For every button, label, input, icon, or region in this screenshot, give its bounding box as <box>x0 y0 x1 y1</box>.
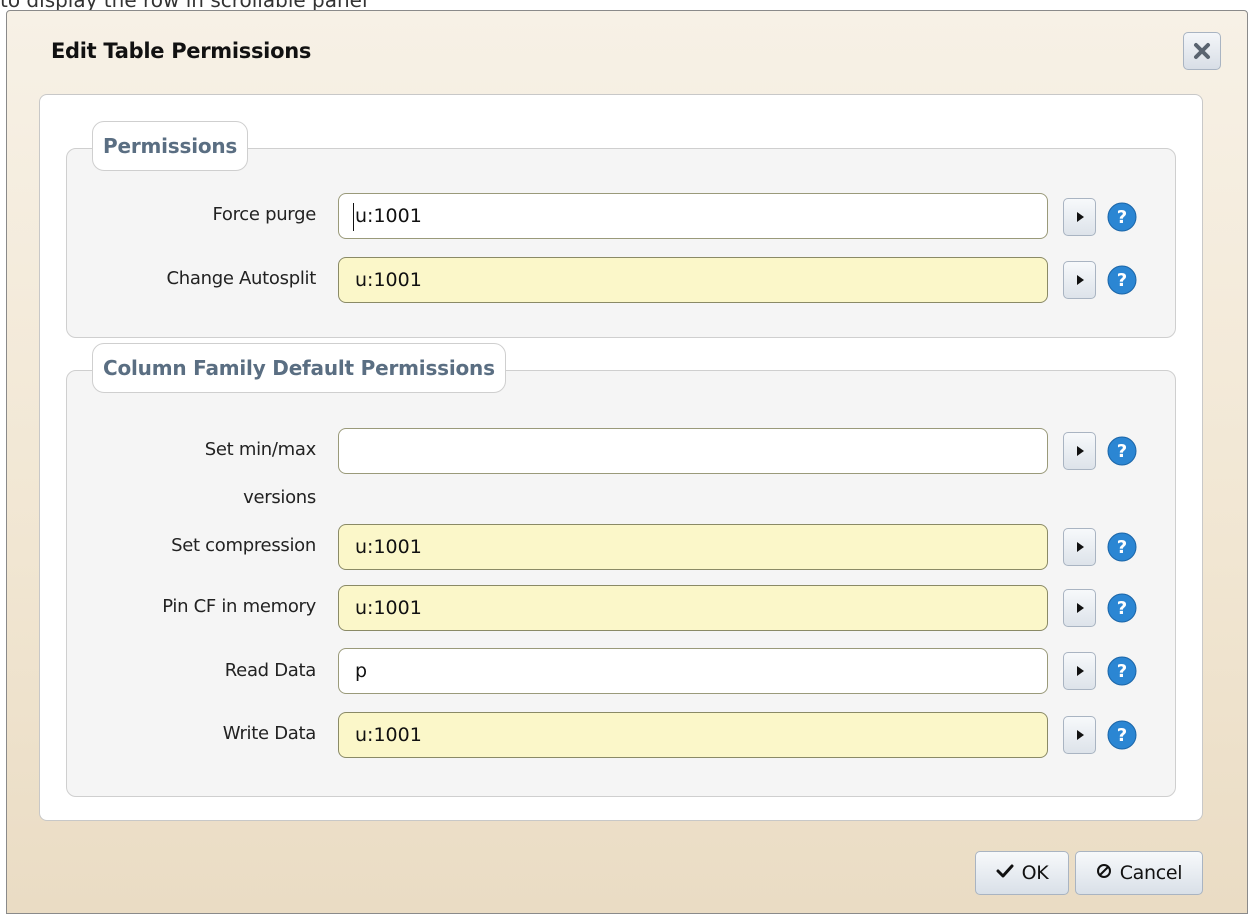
close-button[interactable] <box>1183 32 1221 70</box>
close-icon <box>1193 42 1211 60</box>
pin-cf-in-memory-label: Pin CF in memory <box>162 596 316 617</box>
svg-text:?: ? <box>1117 270 1127 291</box>
dialog-content: Permissions Force purge u:1001 ? Change … <box>39 94 1203 821</box>
read-data-value: p <box>355 660 368 682</box>
triangle-right-icon <box>1075 271 1085 290</box>
ok-button-label: OK <box>1021 862 1049 884</box>
read-data-label: Read Data <box>224 660 317 681</box>
force-purge-input[interactable]: u:1001 <box>338 193 1048 239</box>
write-data-label: Write Data <box>222 723 317 744</box>
write-data-value: u:1001 <box>355 724 422 746</box>
write-data-input[interactable]: u:1001 <box>338 712 1048 758</box>
svg-text:?: ? <box>1117 661 1127 682</box>
svg-text:?: ? <box>1117 537 1127 558</box>
triangle-right-icon <box>1075 208 1085 227</box>
set-compression-label: Set compression <box>171 535 316 556</box>
cf-permissions-legend: Column Family Default Permissions <box>92 343 506 393</box>
change-autosplit-arrow-button[interactable] <box>1063 261 1096 299</box>
set-min-max-versions-input[interactable] <box>338 428 1048 474</box>
set-compression-input[interactable]: u:1001 <box>338 524 1048 570</box>
change-autosplit-input[interactable]: u:1001 <box>338 257 1048 303</box>
change-autosplit-value: u:1001 <box>355 269 422 291</box>
cancel-button-label: Cancel <box>1119 862 1183 884</box>
text-caret <box>353 203 354 231</box>
set-compression-value: u:1001 <box>355 536 422 558</box>
permissions-fieldset <box>66 148 1176 338</box>
force-purge-arrow-button[interactable] <box>1063 198 1096 236</box>
dialog-title: Edit Table Permissions <box>51 39 312 63</box>
triangle-right-icon <box>1075 538 1085 557</box>
question-mark-icon[interactable]: ? <box>1107 265 1137 295</box>
force-purge-label: Force purge <box>212 204 316 225</box>
permissions-legend: Permissions <box>92 121 249 171</box>
force-purge-value: u:1001 <box>355 205 422 227</box>
svg-text:?: ? <box>1117 441 1127 462</box>
pin-cf-in-memory-arrow-button[interactable] <box>1063 589 1096 627</box>
set-min-max-label-line1: Set min/max <box>204 439 317 460</box>
pin-cf-in-memory-value: u:1001 <box>355 597 422 619</box>
set-compression-arrow-button[interactable] <box>1063 528 1096 566</box>
question-mark-icon[interactable]: ? <box>1107 436 1137 466</box>
change-autosplit-label: Change Autosplit <box>166 268 317 289</box>
read-data-arrow-button[interactable] <box>1063 652 1096 690</box>
svg-text:?: ? <box>1117 207 1127 228</box>
checkmark-icon <box>996 863 1014 884</box>
write-data-arrow-button[interactable] <box>1063 716 1096 754</box>
circle-slash-icon <box>1096 863 1112 884</box>
triangle-right-icon <box>1075 726 1085 745</box>
svg-text:?: ? <box>1117 725 1127 746</box>
question-mark-icon[interactable]: ? <box>1107 656 1137 686</box>
question-mark-icon[interactable]: ? <box>1107 532 1137 562</box>
triangle-right-icon <box>1075 662 1085 681</box>
cancel-button[interactable]: Cancel <box>1075 851 1203 895</box>
edit-table-permissions-dialog: Edit Table Permissions Permissions Force… <box>6 10 1248 914</box>
read-data-input[interactable]: p <box>338 648 1048 694</box>
question-mark-icon[interactable]: ? <box>1107 720 1137 750</box>
set-min-max-arrow-button[interactable] <box>1063 432 1096 470</box>
question-mark-icon[interactable]: ? <box>1107 593 1137 623</box>
svg-text:?: ? <box>1117 598 1127 619</box>
triangle-right-icon <box>1075 599 1085 618</box>
triangle-right-icon <box>1075 442 1085 461</box>
set-min-max-label-line2: versions <box>243 487 316 508</box>
question-mark-icon[interactable]: ? <box>1107 202 1137 232</box>
pin-cf-in-memory-input[interactable]: u:1001 <box>338 585 1048 631</box>
ok-button[interactable]: OK <box>975 851 1069 895</box>
